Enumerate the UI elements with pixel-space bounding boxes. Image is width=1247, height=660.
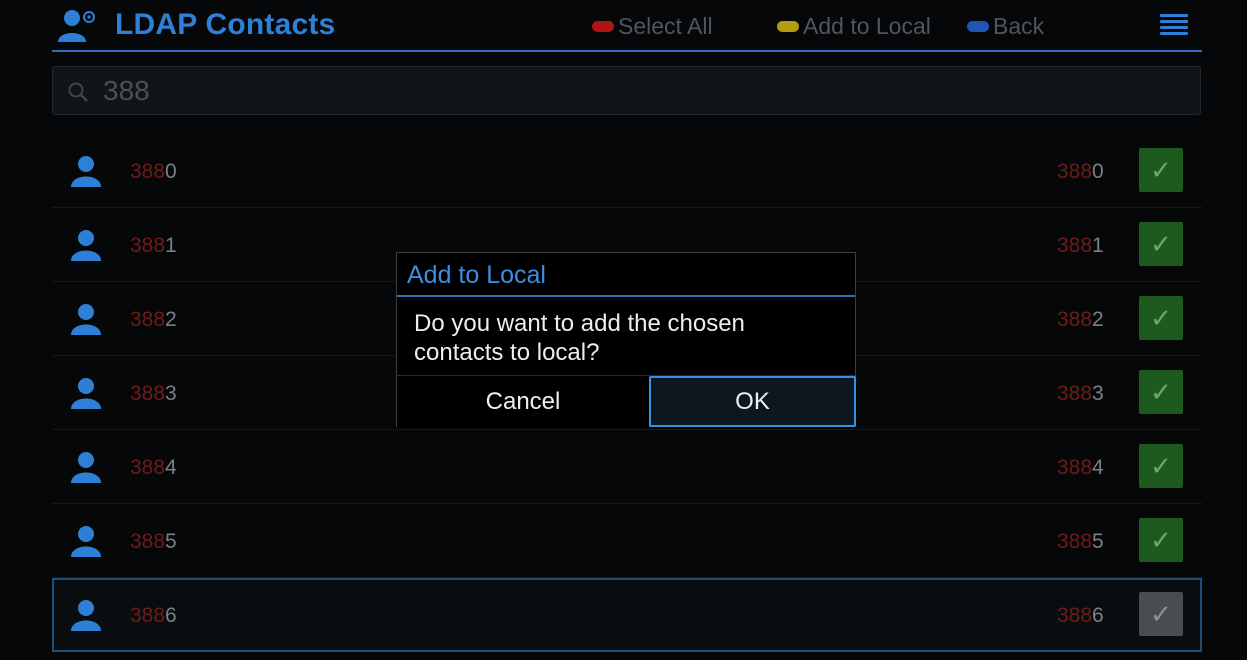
- number-rest-text: 4: [1092, 456, 1104, 479]
- number-rest-text: 5: [1092, 530, 1104, 553]
- red-key-icon: [592, 20, 614, 32]
- page-title: LDAP Contacts: [115, 8, 336, 41]
- contact-row[interactable]: 3885 3885 ✓: [52, 504, 1202, 578]
- dialog-title: Add to Local: [407, 261, 546, 289]
- search-box[interactable]: [52, 66, 1201, 115]
- contact-row[interactable]: 3884 3884 ✓: [52, 430, 1202, 504]
- contact-name: 3881: [130, 234, 177, 258]
- search-input[interactable]: [103, 73, 1103, 109]
- checkmark-icon: ✓: [1150, 376, 1172, 407]
- name-match-text: 388: [130, 160, 166, 183]
- person-icon: [69, 450, 103, 484]
- person-icon: [69, 228, 103, 262]
- search-icon: [68, 82, 88, 102]
- contact-number: 3885: [1057, 530, 1104, 554]
- number-rest-text: 3: [1092, 382, 1104, 405]
- blue-key-icon: [967, 20, 989, 32]
- contact-name: 3883: [130, 382, 177, 406]
- name-rest-text: 3: [165, 382, 177, 405]
- name-rest-text: 6: [165, 604, 177, 627]
- ok-button[interactable]: OK: [649, 376, 856, 427]
- number-match-text: 388: [1057, 604, 1093, 627]
- number-match-text: 388: [1057, 530, 1093, 553]
- contacts-settings-icon: [58, 10, 95, 42]
- contact-name: 3886: [130, 604, 177, 628]
- dialog-message: Do you want to add the chosen contacts t…: [414, 310, 745, 366]
- contact-name: 3885: [130, 530, 177, 554]
- checkmark-icon: ✓: [1150, 524, 1172, 555]
- name-match-text: 388: [130, 308, 166, 331]
- number-match-text: 388: [1057, 234, 1093, 257]
- contact-row[interactable]: 3886 3886 ✓: [52, 578, 1202, 652]
- number-match-text: 388: [1057, 456, 1093, 479]
- contact-checkbox[interactable]: ✓: [1139, 148, 1183, 192]
- contact-number: 3881: [1057, 234, 1104, 258]
- checkmark-icon: ✓: [1150, 154, 1172, 185]
- contact-name: 3884: [130, 456, 177, 480]
- contact-name: 3882: [130, 308, 177, 332]
- contact-number: 3882: [1057, 308, 1104, 332]
- cancel-button[interactable]: Cancel: [397, 376, 649, 428]
- menu-icon[interactable]: [1160, 14, 1188, 38]
- add-to-local-dialog: Add to Local Do you want to add the chos…: [396, 252, 856, 428]
- dialog-button-bar: Cancel OK: [397, 375, 856, 428]
- person-icon: [69, 302, 103, 336]
- number-rest-text: 1: [1092, 234, 1104, 257]
- checkmark-icon: ✓: [1150, 228, 1172, 259]
- name-match-text: 388: [130, 604, 166, 627]
- name-rest-text: 4: [165, 456, 177, 479]
- checkmark-icon: ✓: [1150, 598, 1172, 629]
- checkmark-icon: ✓: [1150, 302, 1172, 333]
- contact-checkbox[interactable]: ✓: [1139, 518, 1183, 562]
- person-icon: [69, 376, 103, 410]
- number-match-text: 388: [1057, 308, 1093, 331]
- header-bar: LDAP Contacts Select All Add to Local Ba…: [52, 0, 1202, 52]
- contact-name: 3880: [130, 160, 177, 184]
- contact-checkbox[interactable]: ✓: [1139, 592, 1183, 636]
- contact-number: 3886: [1057, 604, 1104, 628]
- checkmark-icon: ✓: [1150, 450, 1172, 481]
- contact-checkbox[interactable]: ✓: [1139, 444, 1183, 488]
- name-match-text: 388: [130, 456, 166, 479]
- person-icon: [69, 524, 103, 558]
- name-rest-text: 2: [165, 308, 177, 331]
- number-rest-text: 2: [1092, 308, 1104, 331]
- contact-checkbox[interactable]: ✓: [1139, 296, 1183, 340]
- name-rest-text: 0: [165, 160, 177, 183]
- dialog-divider: [397, 295, 855, 297]
- yellow-key-icon: [777, 20, 799, 32]
- screen: LDAP Contacts Select All Add to Local Ba…: [0, 0, 1247, 660]
- select-all-label: Select All: [618, 12, 713, 39]
- name-match-text: 388: [130, 234, 166, 257]
- name-rest-text: 1: [165, 234, 177, 257]
- name-rest-text: 5: [165, 530, 177, 553]
- back-label: Back: [993, 12, 1045, 39]
- name-match-text: 388: [130, 382, 166, 405]
- person-icon: [69, 598, 103, 632]
- add-to-local-label: Add to Local: [803, 12, 931, 39]
- number-rest-text: 6: [1092, 604, 1104, 627]
- number-rest-text: 0: [1092, 160, 1104, 183]
- name-match-text: 388: [130, 530, 166, 553]
- contact-number: 3884: [1057, 456, 1104, 480]
- add-to-local-softkey[interactable]: Add to Local: [777, 12, 931, 40]
- number-match-text: 388: [1057, 382, 1093, 405]
- back-softkey[interactable]: Back: [967, 12, 1044, 40]
- contact-checkbox[interactable]: ✓: [1139, 370, 1183, 414]
- number-match-text: 388: [1057, 160, 1093, 183]
- contact-number: 3880: [1057, 160, 1104, 184]
- contact-number: 3883: [1057, 382, 1104, 406]
- contact-checkbox[interactable]: ✓: [1139, 222, 1183, 266]
- contact-row[interactable]: 3880 3880 ✓: [52, 134, 1202, 208]
- select-all-softkey[interactable]: Select All: [592, 12, 713, 40]
- person-icon: [69, 154, 103, 188]
